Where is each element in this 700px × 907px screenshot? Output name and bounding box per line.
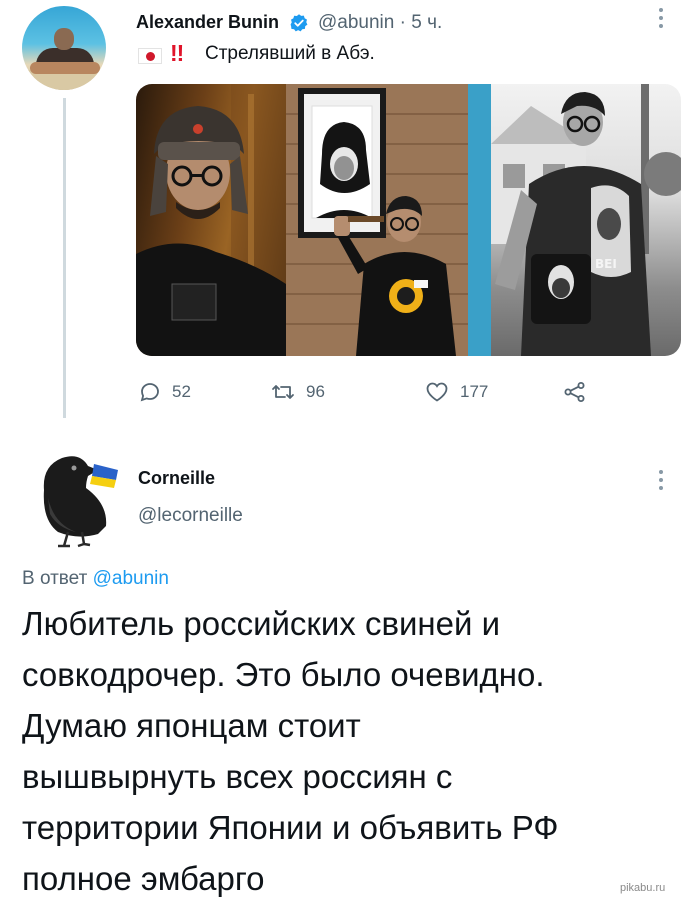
reply-prefix: В ответ — [22, 568, 93, 589]
japan-flag-icon — [138, 48, 162, 64]
like-action[interactable]: 177 — [424, 378, 488, 406]
reply-author-avatar[interactable] — [28, 448, 120, 548]
reply-author-handle[interactable]: @lecorneille — [138, 505, 243, 527]
verified-badge-icon — [290, 14, 308, 32]
reply-text-line: Любитель российских свиней и — [22, 605, 501, 642]
reply-context: В ответ @abunin — [22, 568, 169, 590]
reply-to-mention-link[interactable]: @abunin — [93, 568, 169, 589]
svg-text:BEI: BEI — [595, 257, 617, 271]
watermark: pikabu.ru — [620, 882, 666, 894]
reply-text: Любитель российских свиней и совкодрочер… — [22, 598, 692, 904]
reply-author-name[interactable]: Corneille — [138, 468, 215, 489]
reply-text-line: Думаю японцам стоит — [22, 707, 361, 744]
more-options-icon[interactable] — [657, 8, 665, 32]
author-handle-and-time[interactable]: @abunin · 5 ч. — [318, 12, 442, 34]
double-exclamation-icon: !! — [170, 40, 184, 66]
photo-man-in-ushanka[interactable] — [136, 84, 286, 356]
tweet-text: Стрелявший в Абэ. — [205, 43, 375, 64]
retweet-action[interactable]: 96 — [270, 378, 325, 406]
reply-text-line: совкодрочер. Это было очевидно. — [22, 656, 545, 693]
heart-icon — [426, 382, 448, 402]
retweet-icon — [272, 385, 294, 399]
retweet-count: 96 — [306, 382, 325, 401]
reply-more-options-icon[interactable] — [657, 470, 665, 494]
reply-text-line: территории Японии и объявить РФ — [22, 809, 559, 846]
photo-man-in-tshirt[interactable]: BEI — [491, 84, 681, 356]
reply-action[interactable]: 52 — [138, 378, 191, 406]
thread-connector-line — [63, 98, 66, 418]
reply-text-line: вышвырнуть всех россиян с — [22, 758, 453, 795]
tweet-actions-bar: 52 96 177 — [138, 378, 608, 406]
like-count: 177 — [460, 382, 489, 401]
reply-bubble-icon — [140, 383, 159, 402]
author-name[interactable]: Alexander Bunin — [136, 12, 279, 33]
share-action[interactable] — [562, 378, 598, 406]
reply-text-line: полное эмбарго — [22, 860, 265, 897]
author-avatar[interactable] — [22, 6, 106, 90]
photo-man-with-che-poster[interactable] — [286, 84, 491, 356]
tweet-media-collage[interactable]: BEI — [136, 84, 681, 356]
reply-count: 52 — [172, 382, 191, 401]
share-icon — [564, 382, 585, 402]
